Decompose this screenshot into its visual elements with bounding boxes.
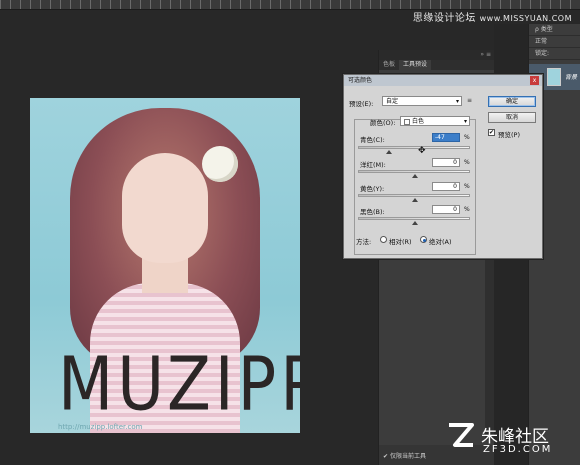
preset-menu-icon[interactable]: ≡ [467,97,472,104]
preset-select[interactable]: 自定 ▾ [382,96,462,106]
cursor-icon: ✥ [418,146,426,156]
ok-button[interactable]: 确定 [488,96,536,107]
photo-url-mark: http://muzipp.lofter.com [58,423,143,431]
cyan-label: 青色(C): [360,136,385,144]
colors-value: 白色 [412,118,425,125]
absolute-label: 绝对(A) [429,238,452,246]
magenta-label: 洋红(M): [360,161,386,169]
zf3d-logo-icon [449,423,474,447]
preset-value: 自定 [386,98,399,105]
watermark-cn: 思缘设计论坛 [412,13,476,24]
tab-swatches[interactable]: 色板 [379,60,399,70]
current-tool-checkbox[interactable]: ✔ [383,453,388,460]
photo-face [122,153,208,263]
photo-canvas[interactable]: MUZIPP http://muzipp.lofter.com [30,98,300,433]
panel-tabs: 色板 工具预设 [379,60,495,70]
logo-site: ZF3D.COM [483,444,553,455]
close-icon[interactable]: x [530,76,539,85]
photo-flower [202,146,238,182]
black-slider[interactable] [358,217,470,225]
yellow-slider[interactable] [358,194,470,202]
zf3d-logo: 朱峰社区 ZF3D.COM [445,418,575,460]
current-tool-label: 仅限当前工具 [389,453,426,460]
cyan-slider-thumb[interactable] [385,150,392,154]
blend-mode-select[interactable]: 正常 [529,36,580,48]
magenta-slider-thumb[interactable] [412,174,418,178]
method-label: 方法: [356,238,372,246]
tab-tool-presets[interactable]: 工具预设 [399,60,432,70]
magenta-input[interactable]: 0 [432,158,460,167]
black-slider-thumb[interactable] [412,221,418,225]
lock-label: 锁定: [529,48,580,60]
absolute-radio[interactable] [420,236,427,243]
white-swatch-icon [404,118,410,125]
relative-radio[interactable] [380,236,387,243]
colors-label: 颜色(O): [370,119,396,127]
preview-label: 预览(P) [498,131,520,139]
magenta-percent: % [464,159,470,166]
chevron-down-icon: ▾ [455,98,459,105]
cancel-button[interactable]: 取消 [488,112,536,123]
magenta-slider[interactable] [358,170,470,178]
muzipp-text: MUZIPP [58,343,300,429]
relative-label: 相对(R) [389,238,412,246]
chevron-down-icon: ▾ [463,118,467,125]
cyan-percent: % [464,134,470,141]
layer-name: 背景 [565,74,578,81]
yellow-slider-thumb[interactable] [412,198,418,202]
colors-select[interactable]: 白色 ▾ [400,116,470,126]
top-watermark: 思缘设计论坛 www.MISSYUAN.COM [413,9,572,24]
watermark-site: www.MISSYUAN.COM [479,14,572,23]
yellow-label: 黄色(Y): [360,185,385,193]
black-input[interactable]: 0 [432,205,460,214]
panel-collapse-icon[interactable]: » ≡ [480,51,491,58]
layer-thumbnail [547,68,561,86]
cyan-input[interactable]: -47 [432,133,460,142]
canvas-area[interactable]: MUZIPP http://muzipp.lofter.com [0,10,378,465]
yellow-input[interactable]: 0 [432,182,460,191]
black-label: 黑色(B): [360,208,385,216]
black-percent: % [464,206,470,213]
preset-label: 预设(E): [349,100,374,108]
preview-checkbox[interactable]: ✔ [488,129,495,136]
layers-filter[interactable]: ρ 类型 [529,24,580,36]
dialog-title: 可选颜色 [344,75,542,86]
cyan-slider[interactable] [358,146,470,154]
panel-topbar: » ≡ [379,50,495,60]
selective-color-dialog: 可选颜色 x 预设(E): 自定 ▾ ≡ 颜色(O): 白色 ▾ 青色(C): … [343,74,543,259]
yellow-percent: % [464,183,470,190]
